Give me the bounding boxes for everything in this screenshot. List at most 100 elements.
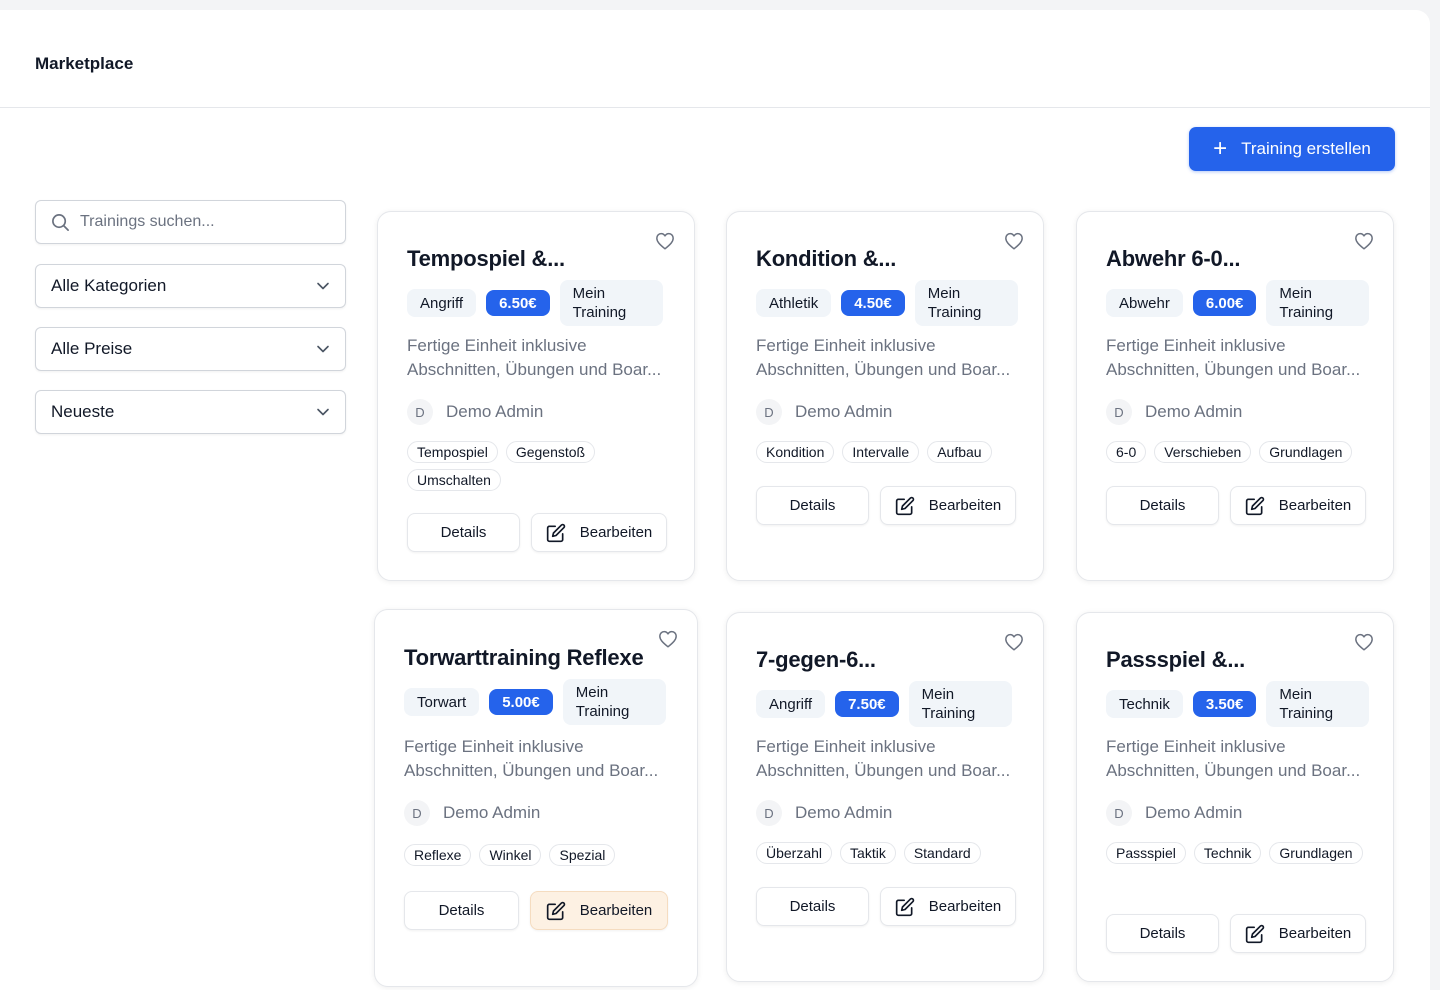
edit-label: Bearbeiten [579,902,653,919]
card-description: Fertige Einheit inklusive Abschnitten, Ü… [756,336,1011,379]
category-badge: Angriff [756,690,826,718]
category-badge: Torwart [404,688,480,716]
edit-label: Bearbeiten [928,898,1002,915]
card-title: Abwehr 6-0... [1106,246,1241,271]
card-description: Fertige Einheit inklusive Abschnitten, Ü… [407,336,662,379]
details-button[interactable]: Details [756,887,869,926]
edit-label: Bearbeiten [1278,925,1352,942]
edit-button[interactable]: Bearbeiten [880,887,1016,926]
heart-icon[interactable] [1354,633,1374,651]
tag: Überzahl [756,842,833,864]
price-select-value: Alle Preise [51,339,133,358]
details-button[interactable]: Details [1106,486,1219,525]
heart-icon[interactable] [1004,633,1024,651]
category-select[interactable]: Alle Kategorien [35,264,346,308]
details-button[interactable]: Details [407,513,520,552]
author-name: Demo Admin [795,803,893,822]
sort-select-value: Neueste [51,402,115,421]
training-card[interactable]: Abwehr 6-0... Abwehr 6.00€ Mein Training… [1076,211,1394,581]
edit-button[interactable]: Bearbeiten [880,486,1016,525]
author-name: Demo Admin [446,402,544,421]
training-card[interactable]: Tempospiel &... Angriff 6.50€ Mein Train… [377,211,695,581]
heart-icon[interactable] [1004,232,1024,250]
edit-button[interactable]: Bearbeiten [1230,914,1366,953]
tag: Intervalle [842,441,920,463]
card-badges: Angriff 6.50€ Mein Training [407,280,663,326]
training-card[interactable]: Passspiel &... Technik 3.50€ Mein Traini… [1076,612,1394,982]
card-badges: Athletik 4.50€ Mein Training [756,280,1018,326]
card-author: D Demo Admin [1106,399,1242,425]
details-button[interactable]: Details [404,891,519,930]
card-description: Fertige Einheit inklusive Abschnitten, Ü… [1106,737,1361,780]
heart-icon[interactable] [658,630,678,648]
avatar: D [756,800,782,826]
author-name: Demo Admin [1145,402,1243,421]
author-name: Demo Admin [443,803,541,822]
training-card[interactable]: Torwarttraining Reflexe Torwart 5.00€ Me… [374,609,698,987]
card-badges: Technik 3.50€ Mein Training [1106,681,1370,727]
edit-icon [1245,496,1264,515]
avatar: D [404,800,430,826]
search-placeholder: Trainings suchen... [80,213,215,230]
card-tags: Tempospiel Gegenstoß Umschalten [407,441,677,491]
tag: Tempospiel [407,441,498,463]
training-card[interactable]: 7-gegen-6... Angriff 7.50€ Mein Training… [726,612,1044,982]
card-title: Passspiel &... [1106,647,1246,672]
card-author: D Demo Admin [756,399,892,425]
edit-label: Bearbeiten [1278,497,1352,514]
tag: Standard [903,842,981,864]
card-author: D Demo Admin [407,399,543,425]
heart-icon[interactable] [1354,232,1374,250]
tag: Grundlagen [1269,842,1363,864]
tag: Grundlagen [1259,441,1353,463]
edit-icon [895,897,914,916]
category-badge: Abwehr [1106,289,1183,317]
card-tags: Kondition Intervalle Aufbau [756,441,1026,463]
tag: Winkel [479,844,542,866]
price-badge: 6.00€ [1192,290,1257,316]
sort-select[interactable]: Neueste [35,390,346,434]
own-training-badge: Mein Training [908,681,1012,727]
training-card[interactable]: Kondition &... Athletik 4.50€ Mein Train… [726,211,1044,581]
category-badge: Technik [1106,690,1183,718]
own-training-badge: Mein Training [914,280,1018,326]
card-actions: Details Bearbeiten [756,486,1016,525]
search-input[interactable]: Trainings suchen... [35,200,346,244]
card-badges: Torwart 5.00€ Mein Training [404,679,666,725]
category-badge: Angriff [407,289,477,317]
edit-icon [895,496,914,515]
tag: Passspiel [1106,842,1186,864]
price-badge: 6.50€ [486,290,550,316]
card-tags: Überzahl Taktik Standard [756,842,1026,864]
avatar: D [756,399,782,425]
author-name: Demo Admin [795,402,893,421]
price-badge: 4.50€ [841,290,905,316]
tag: Technik [1193,842,1262,864]
card-author: D Demo Admin [404,800,540,826]
card-actions: Details Bearbeiten [756,887,1016,926]
create-training-button[interactable]: + Training erstellen [1189,127,1395,171]
top-bar: Marketplace [0,10,1430,108]
card-title: Kondition &... [756,246,897,271]
edit-button[interactable]: Bearbeiten [531,513,667,552]
tag: Verschieben [1154,441,1252,463]
edit-icon [1245,924,1264,943]
edit-label: Bearbeiten [928,497,1002,514]
card-tags: Passspiel Technik Grundlagen [1106,842,1376,864]
edit-button[interactable]: Bearbeiten [530,891,668,930]
heart-icon[interactable] [655,232,675,250]
card-badges: Angriff 7.50€ Mein Training [756,681,1012,727]
price-select[interactable]: Alle Preise [35,327,346,371]
details-button[interactable]: Details [756,486,869,525]
card-actions: Details Bearbeiten [404,891,668,930]
card-title: 7-gegen-6... [756,647,876,672]
card-description: Fertige Einheit inklusive Abschnitten, Ü… [404,737,659,780]
tag: Aufbau [927,441,992,463]
tag: Kondition [756,441,835,463]
category-badge: Athletik [756,289,832,317]
avatar: D [1106,800,1132,826]
chevron-down-icon [317,345,329,353]
price-badge: 7.50€ [835,691,899,717]
details-button[interactable]: Details [1106,914,1219,953]
edit-button[interactable]: Bearbeiten [1230,486,1366,525]
